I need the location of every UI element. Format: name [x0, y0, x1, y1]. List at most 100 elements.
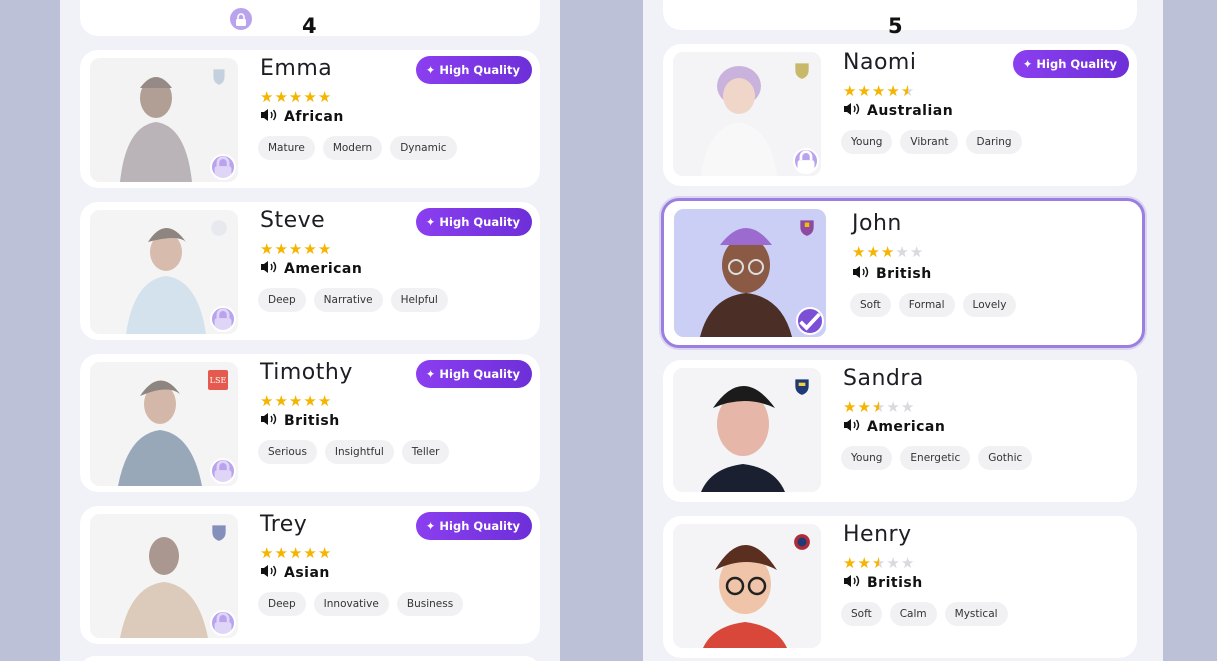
accent-row: Australian	[843, 102, 953, 120]
accent-row: British	[843, 574, 923, 592]
rating-stars: ★★★★★	[260, 544, 332, 562]
voice-name: Emma	[260, 56, 333, 81]
star-icon: ★	[900, 398, 916, 416]
star-icon: ★	[317, 392, 333, 410]
tag: Energetic	[900, 446, 971, 470]
lock-icon	[210, 306, 236, 332]
star-icon: ★	[880, 243, 896, 261]
star-icon: ★	[260, 240, 275, 258]
tag: Deep	[258, 288, 306, 312]
voice-card-naomi[interactable]: Naomi ★★★★★ Australian Young Vibrant Dar…	[663, 44, 1137, 186]
tag-list: Soft Formal Lovely	[850, 293, 1017, 317]
star-icon: ★	[871, 82, 887, 100]
star-icon: ★	[866, 243, 881, 261]
star-icon: ★	[857, 398, 872, 416]
rating-stars: ★★★★★	[260, 88, 332, 106]
high-quality-badge: ✦ High Quality	[415, 56, 532, 84]
avatar-emma	[90, 58, 238, 182]
voice-card-steve[interactable]: Steve ★★★★★ American Deep Narrative Help…	[80, 202, 540, 340]
star-icon: ★	[900, 554, 916, 572]
avatar-naomi	[673, 52, 821, 176]
university-crest-icon	[793, 60, 811, 80]
voice-card-sandra[interactable]: Sandra ★★★★★ American Young Energetic Go…	[663, 360, 1137, 502]
star-icon: ★	[886, 398, 901, 416]
voice-card-trey[interactable]: Trey ★★★★★ Asian Deep Innovative Busines…	[80, 506, 540, 644]
star-icon: ★	[900, 82, 916, 100]
star-icon: ★	[274, 88, 289, 106]
star-icon: ★	[317, 88, 333, 106]
voice-card-emma[interactable]: Emma ★★★★★ African Mature Modern Dynamic…	[80, 50, 540, 188]
tag: Dynamic	[390, 136, 457, 160]
avatar-timothy: LSE	[90, 362, 238, 486]
lock-icon	[210, 458, 236, 484]
high-quality-badge: ✦ High Quality	[1012, 50, 1129, 78]
star-icon: ★	[895, 243, 910, 261]
tag: Insightful	[324, 440, 394, 464]
voice-card-henry[interactable]: Henry ★★★★★ British Soft Calm Mystical	[663, 516, 1137, 658]
rating-stars: ★★★★★	[843, 554, 915, 572]
speaker-icon	[260, 108, 278, 126]
tag: Soft	[841, 602, 882, 626]
star-icon: ★	[288, 240, 304, 258]
tag-list: Deep Innovative Business	[258, 592, 464, 616]
tag: Mystical	[944, 602, 1008, 626]
tag: Innovative	[313, 592, 389, 616]
voice-card-john-selected[interactable]: John ★★★★★ British Soft Formal Lovely	[661, 198, 1145, 348]
university-crest-icon	[798, 217, 816, 237]
star-icon: ★	[274, 392, 289, 410]
star-icon: ★	[274, 544, 289, 562]
accent-label: African	[284, 109, 344, 125]
accent-row: Asian	[260, 564, 330, 582]
voice-list-panel-step-4[interactable]: 4 Emma ★★★★★ African Mature Modern Dynam…	[60, 0, 560, 661]
partial-card-bottom[interactable]	[80, 656, 540, 661]
accent-label: British	[284, 413, 340, 429]
university-crest-icon	[210, 66, 228, 86]
avatar-henry	[673, 524, 821, 648]
star-icon: ★	[909, 243, 925, 261]
avatar-steve	[90, 210, 238, 334]
rating-stars: ★★★★★	[260, 392, 332, 410]
star-icon: ★	[274, 240, 289, 258]
speaker-icon	[843, 102, 861, 120]
tag-list: Soft Calm Mystical	[841, 602, 1008, 626]
tag: Young	[841, 446, 893, 470]
star-icon: ★	[303, 544, 318, 562]
sparkle-icon: ✦	[1022, 57, 1033, 71]
star-icon: ★	[303, 88, 318, 106]
sparkle-icon: ✦	[425, 215, 436, 229]
high-quality-badge: ✦ High Quality	[415, 512, 532, 540]
voice-name: John	[852, 211, 902, 236]
accent-label: Asian	[284, 565, 330, 581]
accent-label: British	[867, 575, 923, 591]
lock-icon	[793, 148, 819, 174]
speaker-icon	[260, 412, 278, 430]
accent-row: American	[843, 418, 945, 436]
star-icon: ★	[288, 88, 304, 106]
selected-check-icon	[796, 307, 824, 335]
high-quality-badge: ✦ High Quality	[415, 208, 532, 236]
speaker-icon	[260, 260, 278, 278]
star-icon: ★	[871, 554, 887, 572]
voice-name: Timothy	[260, 360, 353, 385]
voice-list-panel-step-5[interactable]: 5 Naomi ★★★★★ Australian Young Vibrant D…	[643, 0, 1163, 661]
star-icon: ★	[871, 398, 887, 416]
star-icon: ★	[843, 82, 858, 100]
university-crest-icon	[793, 376, 811, 396]
sparkle-icon: ✦	[425, 367, 436, 381]
accent-row: British	[852, 265, 932, 283]
tag: Vibrant	[900, 130, 959, 154]
university-crest-icon	[210, 522, 228, 542]
star-icon: ★	[857, 82, 872, 100]
avatar-trey	[90, 514, 238, 638]
university-crest-icon	[210, 218, 228, 238]
voice-card-timothy[interactable]: LSE Timothy ★★★★★ British Serious Insigh…	[80, 354, 540, 492]
voice-name: Henry	[843, 522, 912, 547]
lock-icon	[210, 610, 236, 636]
tag: Calm	[889, 602, 937, 626]
accent-row: British	[260, 412, 340, 430]
speaker-icon	[852, 265, 870, 283]
tag: Mature	[258, 136, 315, 160]
tag-list: Deep Narrative Helpful	[258, 288, 448, 312]
star-icon: ★	[317, 240, 333, 258]
tag: Teller	[401, 440, 450, 464]
